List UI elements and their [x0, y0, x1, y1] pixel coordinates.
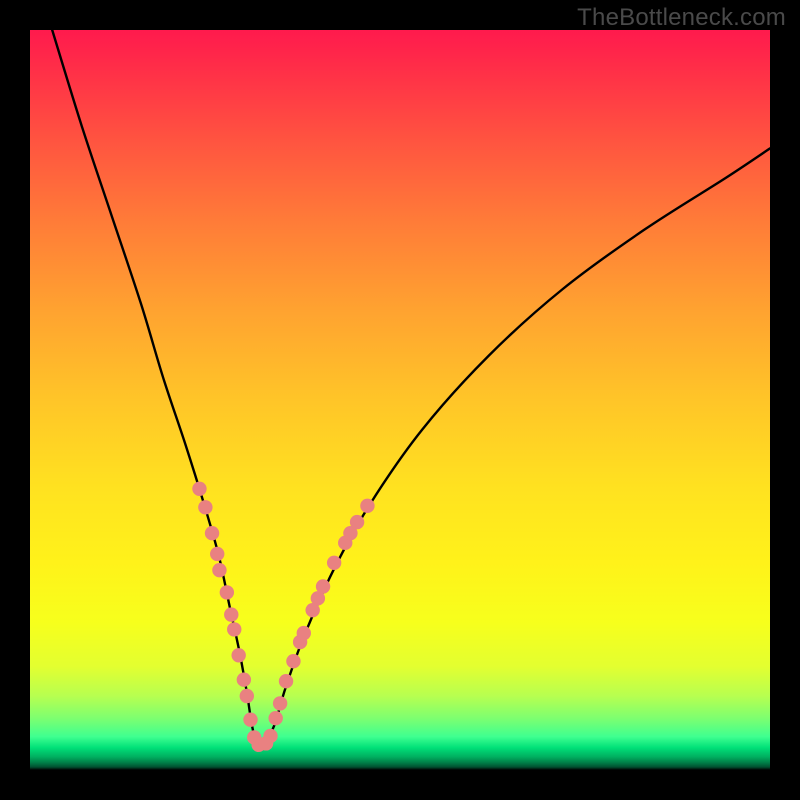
curve-marker: [220, 585, 234, 599]
curve-marker: [205, 526, 219, 540]
curve-marker: [279, 674, 293, 688]
chart-plot-area: [30, 30, 770, 770]
curve-marker: [198, 500, 212, 514]
curve-marker: [273, 696, 287, 710]
curve-marker: [237, 673, 251, 687]
curve-marker: [350, 515, 364, 529]
curve-marker: [243, 712, 257, 726]
curve-marker: [224, 607, 238, 621]
curve-marker: [231, 648, 245, 662]
chart-frame: TheBottleneck.com: [0, 0, 800, 800]
curve-markers: [192, 482, 374, 752]
curve-marker: [286, 654, 300, 668]
curve-marker: [192, 482, 206, 496]
curve-marker: [212, 563, 226, 577]
curve-marker: [327, 556, 341, 570]
chart-svg: [30, 30, 770, 770]
bottleneck-curve: [52, 30, 770, 746]
curve-marker: [316, 579, 330, 593]
curve-marker: [240, 689, 254, 703]
curve-marker: [227, 622, 241, 636]
curve-marker: [360, 499, 374, 513]
watermark-text: TheBottleneck.com: [577, 4, 786, 32]
curve-marker: [210, 547, 224, 561]
curve-marker: [263, 729, 277, 743]
curve-marker: [297, 626, 311, 640]
curve-marker: [268, 711, 282, 725]
